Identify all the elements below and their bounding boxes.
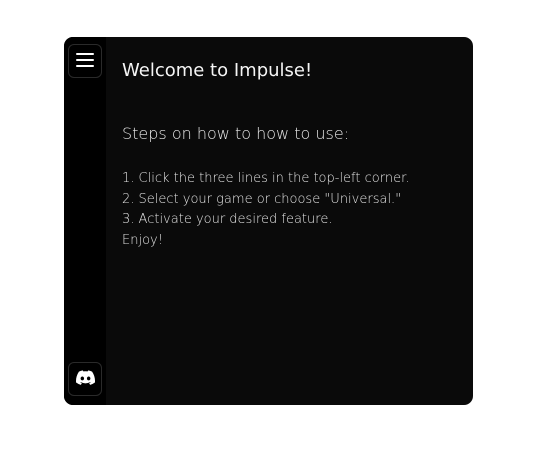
discord-button[interactable] (68, 362, 102, 396)
instructions-heading: Steps on how to how to use: (122, 124, 350, 143)
page-title: Welcome to Impulse! (122, 60, 313, 81)
instruction-step-1: 1. Click the three lines in the top-left… (122, 171, 410, 186)
main-content: Welcome to Impulse! Steps on how to how … (106, 37, 473, 405)
hamburger-menu-icon (76, 52, 94, 71)
app-window: Welcome to Impulse! Steps on how to how … (64, 37, 473, 405)
instruction-step-2: 2. Select your game or choose "Universal… (122, 191, 402, 207)
menu-button[interactable] (68, 44, 102, 78)
instructions-list: 1. Click the three lines in the top-left… (122, 169, 473, 251)
sidebar (64, 37, 106, 405)
closing-text: Enjoy! (122, 232, 163, 248)
discord-icon (75, 369, 95, 389)
instruction-step-3: 3. Activate your desired feature. (122, 212, 333, 227)
